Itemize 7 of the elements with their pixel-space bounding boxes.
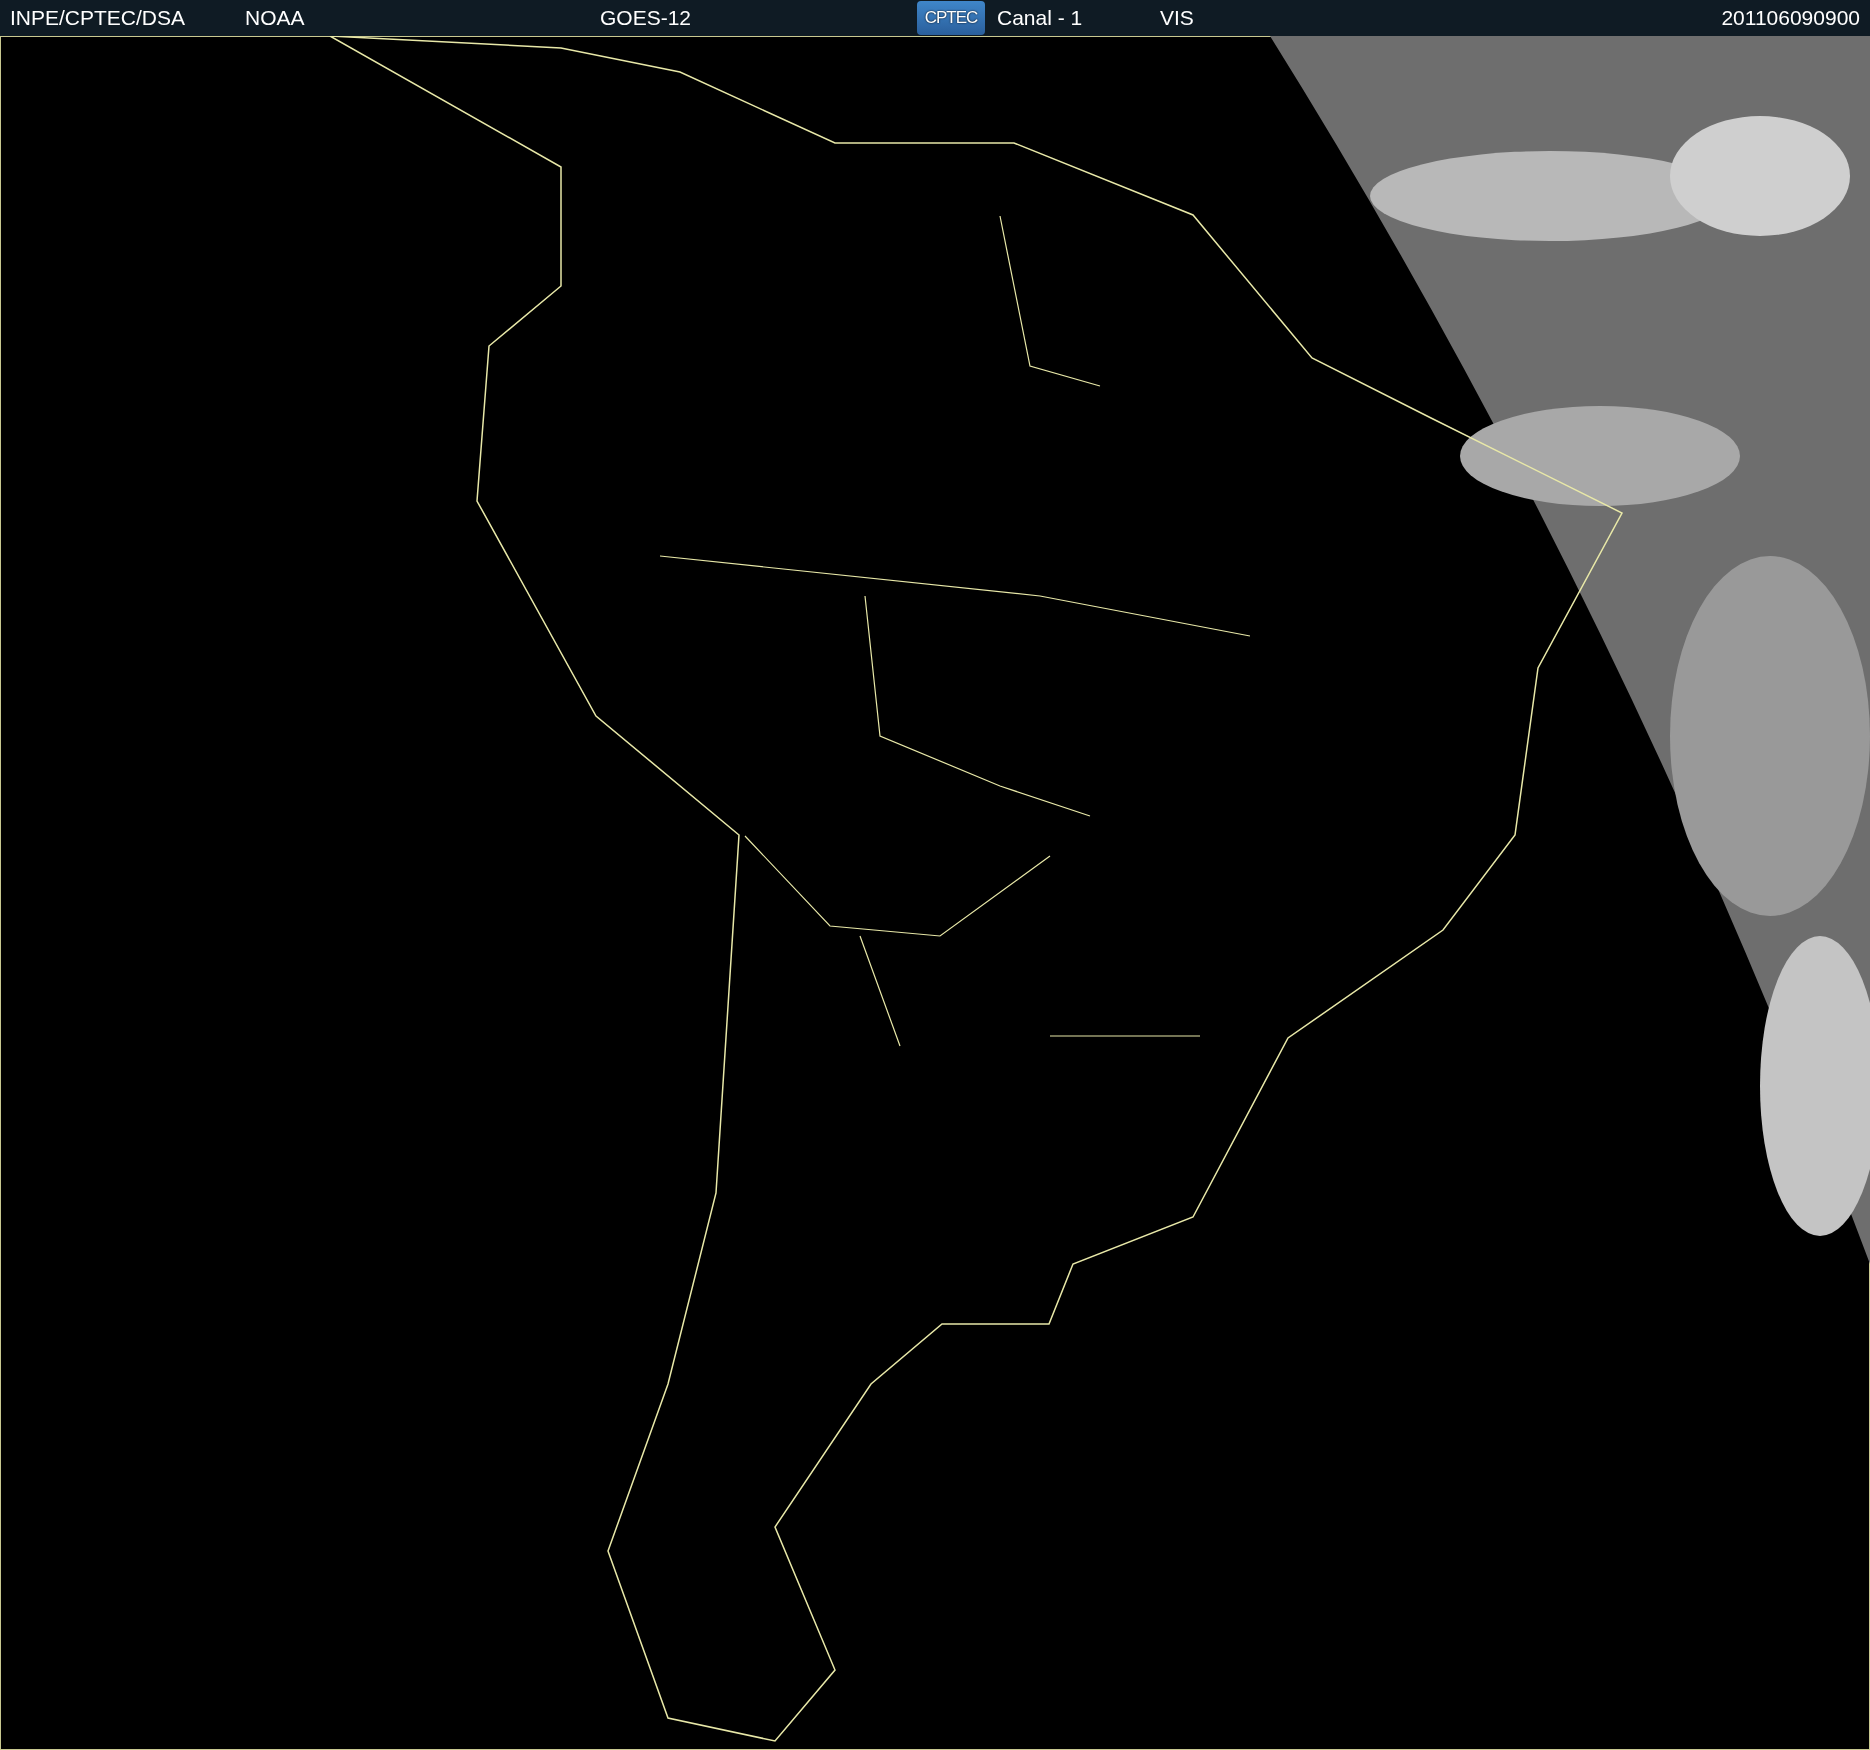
satellite-label: GOES-12 <box>600 5 693 32</box>
channel-label: Canal - 1 <box>997 5 1084 32</box>
timestamp-label: 201106090900 <box>1720 5 1860 32</box>
source-label: INPE/CPTEC/DSA <box>10 5 187 32</box>
band-label: VIS <box>1160 5 1195 32</box>
agency-label: NOAA <box>245 5 306 32</box>
logo: CPTEC <box>917 1 985 35</box>
